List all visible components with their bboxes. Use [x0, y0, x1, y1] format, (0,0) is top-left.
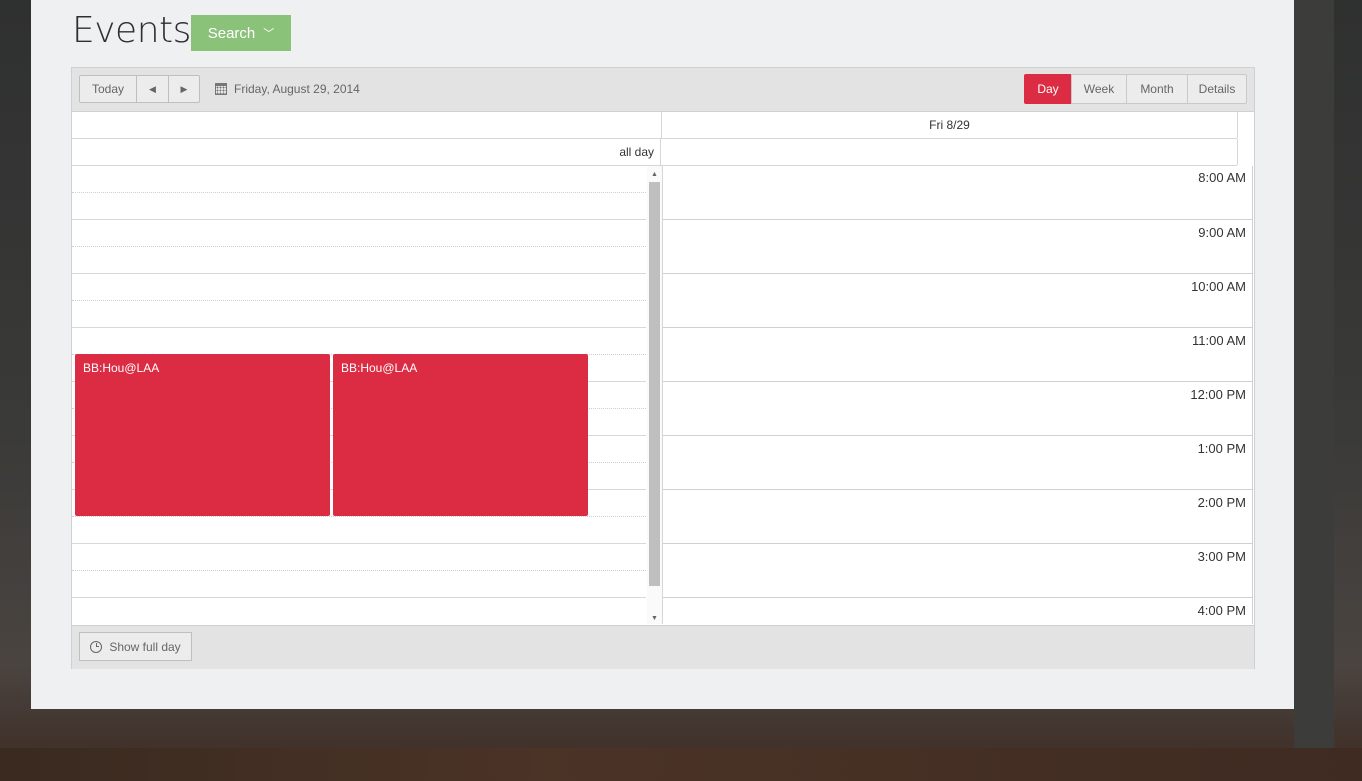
- calendar: Today ◀ ▶ Friday, August 29, 2014 Day We…: [71, 67, 1255, 669]
- page-title: Events: [72, 10, 191, 51]
- grid-line: [72, 570, 646, 571]
- time-label: 11:00 AM: [1192, 333, 1246, 348]
- view-week-button[interactable]: Week: [1071, 74, 1127, 104]
- header-left-cell: [72, 112, 662, 138]
- grid-line: [72, 300, 646, 301]
- time-label: 3:00 PM: [1197, 549, 1246, 564]
- triangle-right-icon: ▶: [180, 83, 188, 94]
- event-block[interactable]: BB:Hou@LAA: [333, 354, 588, 516]
- current-date-text: Friday, August 29, 2014: [234, 82, 360, 96]
- time-label: 2:00 PM: [1197, 495, 1246, 510]
- grid-line: [72, 516, 646, 517]
- time-slot: 10:00 AM: [663, 273, 1253, 327]
- scroll-up-icon[interactable]: ▲: [647, 168, 662, 180]
- event-block[interactable]: BB:Hou@LAA: [75, 354, 330, 516]
- search-button[interactable]: Search ﹀: [191, 15, 291, 51]
- scroll-down-icon[interactable]: ▼: [647, 612, 662, 624]
- previous-day-button[interactable]: ◀: [136, 75, 169, 103]
- current-date[interactable]: Friday, August 29, 2014: [215, 82, 360, 96]
- time-label: 8:00 AM: [1198, 170, 1246, 185]
- grid-line: [72, 273, 646, 274]
- grid-line: [72, 192, 646, 193]
- background-bottom: [0, 748, 1362, 781]
- calendar-footer: Show full day: [72, 625, 1254, 669]
- view-details-button[interactable]: Details: [1187, 74, 1247, 104]
- view-month-button[interactable]: Month: [1126, 74, 1188, 104]
- grid-line: [72, 543, 646, 544]
- all-day-row: all day: [72, 139, 1238, 166]
- event-grid[interactable]: BB:Hou@LAA BB:Hou@LAA: [72, 166, 646, 624]
- event-title: BB:Hou@LAA: [341, 361, 418, 375]
- next-day-button[interactable]: ▶: [168, 75, 200, 103]
- day-column-header[interactable]: Fri 8/29: [662, 112, 1238, 138]
- time-slot: 4:00 PM: [663, 597, 1253, 624]
- grid-line: [72, 246, 646, 247]
- background-panel: [1294, 0, 1334, 748]
- time-slot: 1:00 PM: [663, 435, 1253, 489]
- time-label: 1:00 PM: [1197, 441, 1246, 456]
- event-title: BB:Hou@LAA: [83, 361, 160, 375]
- triangle-left-icon: ◀: [149, 83, 156, 94]
- time-slot: 9:00 AM: [663, 219, 1253, 273]
- time-labels-column: 8:00 AM 9:00 AM 10:00 AM 11:00 AM 12:00 …: [662, 166, 1253, 624]
- search-button-label: Search: [207, 24, 256, 42]
- time-label: 4:00 PM: [1197, 603, 1246, 618]
- time-label: 10:00 AM: [1191, 279, 1246, 294]
- all-day-label: all day: [72, 139, 661, 165]
- chevron-down-icon: ﹀: [263, 28, 275, 40]
- show-full-day-button[interactable]: Show full day: [79, 632, 192, 661]
- view-day-button[interactable]: Day: [1024, 74, 1072, 104]
- time-slot: 3:00 PM: [663, 543, 1253, 597]
- time-label: 12:00 PM: [1190, 387, 1246, 402]
- all-day-slot[interactable]: [662, 139, 1238, 165]
- grid-line: [72, 219, 646, 220]
- time-slot: 8:00 AM: [663, 166, 1253, 219]
- time-slot: 2:00 PM: [663, 489, 1253, 543]
- vertical-scrollbar[interactable]: ▲ ▼: [647, 166, 662, 624]
- day-header-row: Fri 8/29: [72, 112, 1238, 139]
- calendar-icon: [215, 83, 227, 95]
- clock-icon: [90, 640, 103, 653]
- time-slot: 11:00 AM: [663, 327, 1253, 381]
- scrollbar-thumb[interactable]: [649, 182, 660, 586]
- today-button[interactable]: Today: [79, 75, 137, 103]
- calendar-toolbar: Today ◀ ▶ Friday, August 29, 2014 Day We…: [72, 68, 1254, 112]
- grid-line: [72, 327, 646, 328]
- grid-line: [72, 597, 646, 598]
- time-slot: 12:00 PM: [663, 381, 1253, 435]
- time-label: 9:00 AM: [1198, 225, 1246, 240]
- time-grid: BB:Hou@LAA BB:Hou@LAA ▲ ▼ 8:00 AM 9:00 A…: [72, 166, 1254, 624]
- show-full-day-label: Show full day: [109, 639, 181, 654]
